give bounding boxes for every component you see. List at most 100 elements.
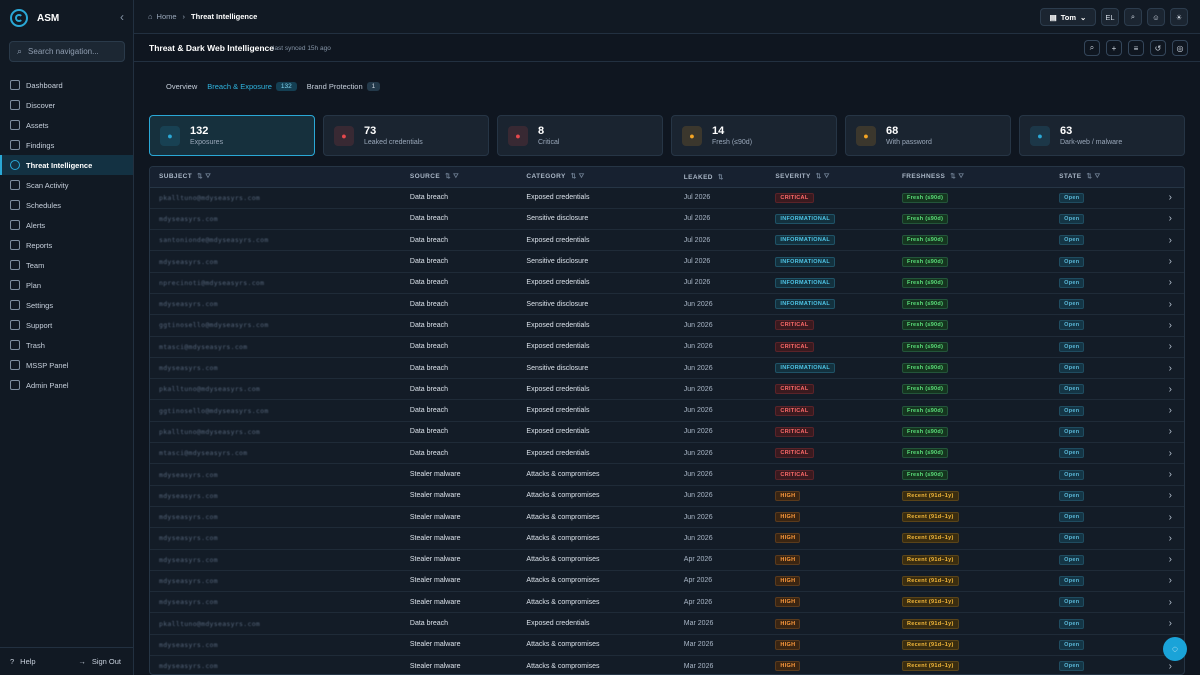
chevron-right-icon[interactable]: › bbox=[1159, 463, 1184, 486]
table-row[interactable]: pkalltuno@mdyseasyrs.com Data breach Expos… bbox=[150, 378, 1184, 401]
table-row[interactable]: pkalltuno@mdyseasyrs.com Data breach Expos… bbox=[150, 187, 1184, 209]
user-initials-button[interactable]: EL bbox=[1101, 8, 1119, 26]
stat-card[interactable]: ● 63 Dark-web / malware bbox=[1019, 115, 1185, 156]
table-row[interactable]: santonionde@mdyseasyrs.com Data breach Exp… bbox=[150, 229, 1184, 252]
team-icon bbox=[10, 260, 20, 270]
chevron-right-icon[interactable]: › bbox=[1159, 612, 1184, 635]
table-row[interactable]: mdyseasyrs.com Data breach Sensitive discl… bbox=[150, 357, 1184, 380]
column-header-source[interactable]: SOURCE ⇅ ⛛ bbox=[400, 167, 518, 188]
chevron-right-icon[interactable]: › bbox=[1159, 187, 1184, 209]
filter-icon[interactable]: ⇅ ⛛ bbox=[197, 173, 211, 180]
chevron-right-icon[interactable]: › bbox=[1159, 208, 1184, 231]
collapse-sidebar-icon[interactable]: ‹ bbox=[120, 10, 124, 24]
filter-icon[interactable]: ⇅ ⛛ bbox=[571, 173, 585, 180]
table-row[interactable]: mdyseasyrs.com Data breach Sensitive discl… bbox=[150, 293, 1184, 316]
chevron-right-icon[interactable]: › bbox=[1159, 357, 1184, 380]
nav-search-input[interactable]: ⌕ Search navigation... bbox=[9, 41, 125, 62]
filter-icon[interactable]: ⇅ ⛛ bbox=[950, 173, 964, 180]
chevron-right-icon[interactable]: › bbox=[1159, 293, 1184, 316]
user-switcher[interactable]: ▤ Tom ⌄ bbox=[1040, 8, 1096, 26]
column-header-severity[interactable]: SEVERITY ⇅ ⛛ bbox=[766, 167, 893, 188]
filter-icon[interactable]: ⇅ ⛛ bbox=[1087, 173, 1101, 180]
history-action[interactable]: ↺ bbox=[1150, 40, 1166, 56]
chevron-right-icon[interactable]: › bbox=[1159, 272, 1184, 294]
table-row[interactable]: mdyseasyrs.com Stealer malware Attacks & c… bbox=[150, 549, 1184, 571]
table-row[interactable]: mdyseasyrs.com Stealer malware Attacks & c… bbox=[150, 485, 1184, 507]
chevron-right-icon[interactable]: › bbox=[1159, 250, 1184, 273]
sidebar-item-support[interactable]: Support bbox=[0, 315, 133, 335]
theme-toggle[interactable]: ☀ bbox=[1170, 8, 1188, 26]
table-row[interactable]: ggtinosello@mdyseasyrs.com Data breach Exp… bbox=[150, 399, 1184, 422]
filter-icon[interactable]: ⇅ bbox=[718, 174, 724, 181]
chevron-right-icon[interactable]: › bbox=[1159, 527, 1184, 550]
sidebar-item-alerts[interactable]: Alerts bbox=[0, 215, 133, 235]
table-row[interactable]: mdyseasyrs.com Stealer malware Attacks & c… bbox=[150, 591, 1184, 614]
table-row[interactable]: mtasci@mdyseasyrs.com Data breach Exposed … bbox=[150, 336, 1184, 358]
sidebar-item-team[interactable]: Team bbox=[0, 255, 133, 275]
column-header-subject[interactable]: SUBJECT ⇅ ⛛ bbox=[150, 167, 401, 188]
table-row[interactable]: mdyseasyrs.com Stealer malware Attacks & c… bbox=[150, 655, 1184, 674]
signout-link[interactable]: → Sign Out bbox=[78, 657, 121, 666]
chevron-right-icon[interactable]: › bbox=[1159, 591, 1184, 614]
sidebar-item-discover[interactable]: Discover bbox=[0, 95, 133, 115]
breadcrumb-home[interactable]: Home bbox=[157, 12, 177, 21]
table-row[interactable]: mdyseasyrs.com Stealer malware Attacks & c… bbox=[150, 527, 1184, 550]
stat-card[interactable]: ● 68 With password bbox=[845, 115, 1011, 156]
sidebar-item-schedules[interactable]: Schedules bbox=[0, 195, 133, 215]
sidebar-item-plan[interactable]: Plan bbox=[0, 275, 133, 295]
chevron-right-icon[interactable]: › bbox=[1159, 570, 1184, 593]
column-header-category[interactable]: CATEGORY ⇅ ⛛ bbox=[517, 167, 675, 188]
sidebar-item-dashboard[interactable]: Dashboard bbox=[0, 75, 133, 95]
column-header-state[interactable]: STATE ⇅ ⛛ bbox=[1050, 167, 1160, 188]
help-link[interactable]: ? Help bbox=[10, 657, 36, 666]
sidebar-item-settings[interactable]: Settings bbox=[0, 295, 133, 315]
chevron-right-icon[interactable]: › bbox=[1159, 442, 1184, 465]
search-button[interactable]: ⌕ bbox=[1124, 8, 1142, 26]
table-row[interactable]: mdyseasyrs.com Data breach Sensitive discl… bbox=[150, 208, 1184, 231]
stat-card[interactable]: ● 73 Leaked credentials bbox=[323, 115, 489, 156]
table-row[interactable]: ggtinosello@mdyseasyrs.com Data breach Exp… bbox=[150, 314, 1184, 337]
sidebar-item-findings[interactable]: Findings bbox=[0, 135, 133, 155]
table-row[interactable]: mdyseasyrs.com Stealer malware Attacks & c… bbox=[150, 463, 1184, 486]
table-row[interactable]: pkalltuno@mdyseasyrs.com Data breach Expos… bbox=[150, 421, 1184, 444]
explore-action[interactable]: ◎ bbox=[1172, 40, 1188, 56]
chevron-right-icon[interactable]: › bbox=[1159, 506, 1184, 529]
sidebar-item-admin-panel[interactable]: Admin Panel bbox=[0, 375, 133, 395]
sidebar-item-threat-intelligence[interactable]: Threat Intelligence bbox=[0, 155, 133, 175]
filter-icon[interactable]: ⇅ ⛛ bbox=[445, 173, 459, 180]
table-row[interactable]: mdyseasyrs.com Stealer malware Attacks & c… bbox=[150, 570, 1184, 593]
sidebar-item-trash[interactable]: Trash bbox=[0, 335, 133, 355]
stat-card[interactable]: ● 8 Critical bbox=[497, 115, 663, 156]
search-action[interactable]: ⌕ bbox=[1084, 40, 1100, 56]
tab-brand-protection[interactable]: Brand Protection 1 bbox=[307, 82, 381, 91]
column-header-leaked[interactable]: LEAKED ⇅ bbox=[674, 167, 767, 188]
filter-icon[interactable]: ⇅ ⛛ bbox=[816, 173, 830, 180]
chat-button[interactable]: ◌ bbox=[1163, 637, 1187, 661]
chevron-right-icon[interactable]: › bbox=[1159, 336, 1184, 358]
chevron-right-icon[interactable]: › bbox=[1159, 378, 1184, 401]
add-action[interactable]: + bbox=[1106, 40, 1122, 56]
sidebar-item-reports[interactable]: Reports bbox=[0, 235, 133, 255]
table-row[interactable]: mtasci@mdyseasyrs.com Data breach Exposed … bbox=[150, 442, 1184, 465]
filters-action[interactable]: ≡ bbox=[1128, 40, 1144, 56]
column-header-freshness[interactable]: FRESHNESS ⇅ ⛛ bbox=[892, 167, 1051, 188]
table-row[interactable]: mdyseasyrs.com Stealer malware Attacks & c… bbox=[150, 506, 1184, 529]
chevron-right-icon[interactable]: › bbox=[1159, 399, 1184, 422]
sidebar-item-scan-activity[interactable]: Scan Activity bbox=[0, 175, 133, 195]
sidebar-item-assets[interactable]: Assets bbox=[0, 115, 133, 135]
chevron-right-icon[interactable]: › bbox=[1159, 485, 1184, 507]
stat-card[interactable]: ● 14 Fresh (≤90d) bbox=[671, 115, 837, 156]
tab-overview[interactable]: Overview bbox=[166, 82, 197, 91]
tab-breach-exposure[interactable]: Breach & Exposure 132 bbox=[207, 82, 297, 91]
sidebar-item-mssp-panel[interactable]: MSSP Panel bbox=[0, 355, 133, 375]
chevron-right-icon[interactable]: › bbox=[1159, 314, 1184, 337]
chevron-right-icon[interactable]: › bbox=[1159, 421, 1184, 444]
table-row[interactable]: pkalltuno@mdyseasyrs.com Data breach Expos… bbox=[150, 612, 1184, 635]
chevron-right-icon[interactable]: › bbox=[1159, 549, 1184, 571]
table-row[interactable]: mdyseasyrs.com Stealer malware Attacks & c… bbox=[150, 634, 1184, 657]
table-row[interactable]: mdyseasyrs.com Data breach Sensitive discl… bbox=[150, 250, 1184, 273]
stat-card[interactable]: ● 132 Exposures bbox=[149, 115, 315, 156]
chevron-right-icon[interactable]: › bbox=[1159, 229, 1184, 252]
profile-button[interactable]: ☺ bbox=[1147, 8, 1165, 26]
table-row[interactable]: nprecinoti@mdyseasyrs.com Data breach Expo… bbox=[150, 272, 1184, 294]
